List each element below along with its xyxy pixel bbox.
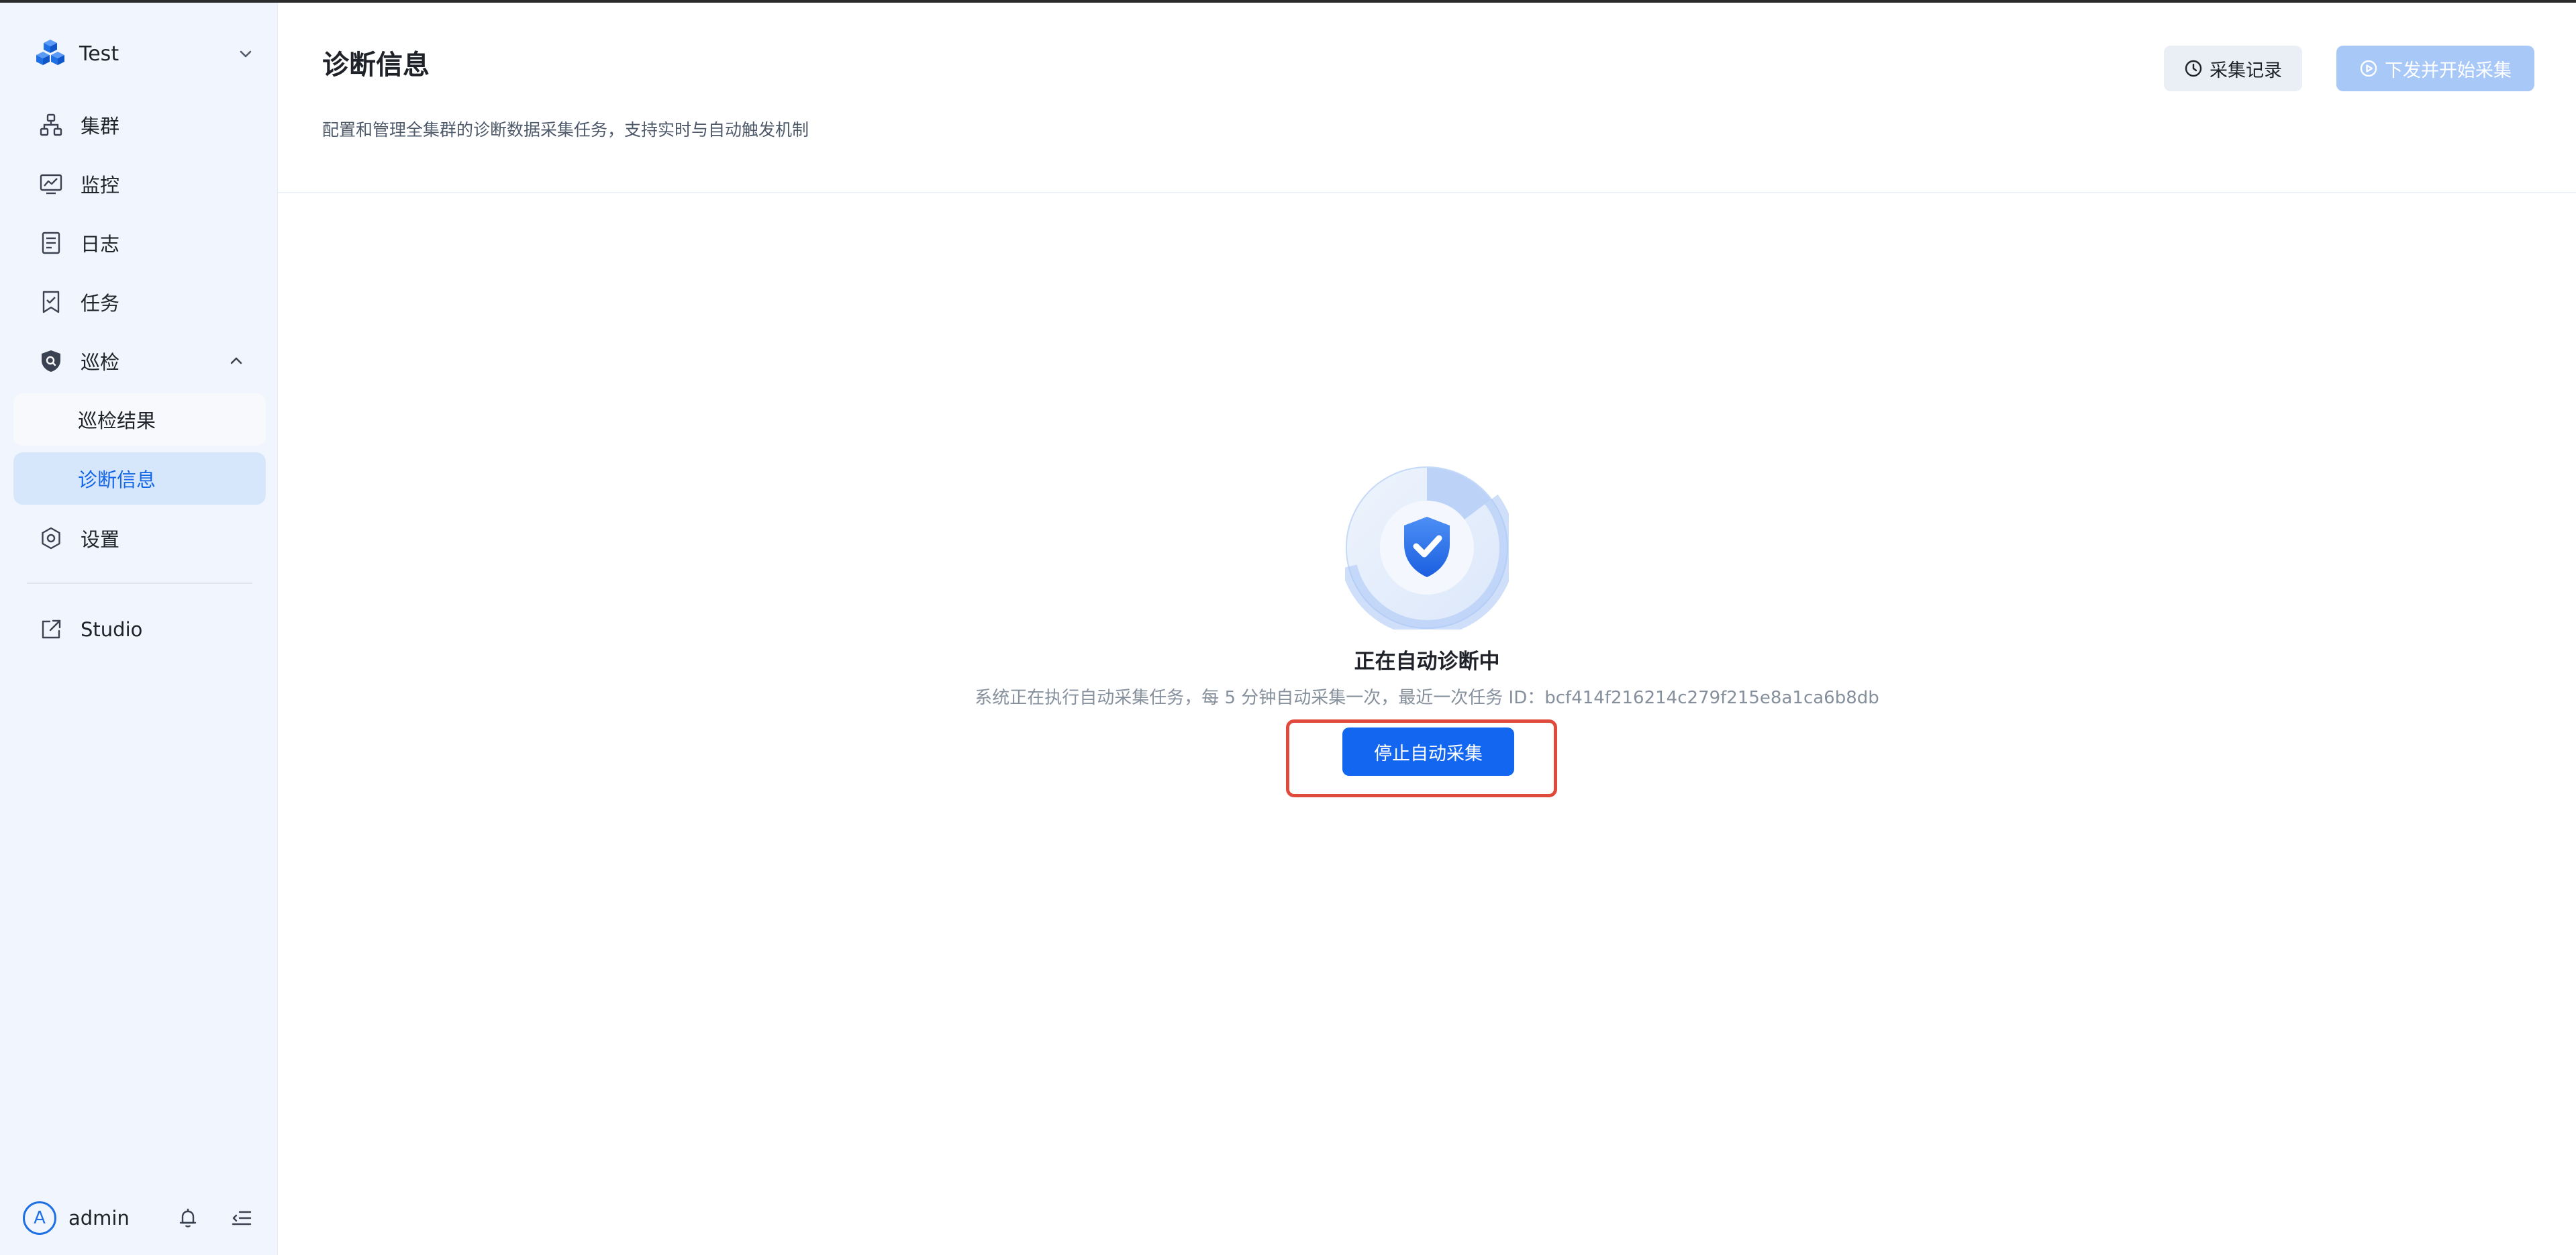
sidebar-item-cluster[interactable]: 集群 xyxy=(13,98,266,152)
main-content: 诊断信息 配置和管理全集群的诊断数据采集任务，支持实时与自动触发机制 采集记录 … xyxy=(278,3,2576,1255)
sidebar-item-label: 诊断信息 xyxy=(78,468,156,491)
status-title: 正在自动诊断中 xyxy=(1354,650,1500,674)
bell-icon[interactable] xyxy=(175,1205,201,1232)
sidebar-item-label: 任务 xyxy=(81,292,120,315)
auto-diagnosis-status: 正在自动诊断中 系统正在执行自动采集任务，每 5 分钟自动采集一次，最近一次任务… xyxy=(278,466,2576,709)
collection-history-label: 采集记录 xyxy=(2210,60,2282,81)
page-header: 诊断信息 配置和管理全集群的诊断数据采集任务，支持实时与自动触发机制 采集记录 … xyxy=(278,3,2576,193)
sidebar-item-monitor[interactable]: 监控 xyxy=(13,157,266,211)
page-description: 配置和管理全集群的诊断数据采集任务，支持实时与自动触发机制 xyxy=(322,120,809,140)
sidebar-item-label: 集群 xyxy=(81,115,120,138)
stop-auto-collection-button[interactable]: 停止自动采集 xyxy=(1342,727,1514,776)
cubes-logo-icon xyxy=(36,40,64,65)
chevron-up-icon xyxy=(230,357,242,364)
sidebar-item-settings[interactable]: 设置 xyxy=(13,511,266,565)
avatar[interactable]: A xyxy=(23,1201,56,1235)
sidebar-divider xyxy=(27,583,252,584)
collection-history-button[interactable]: 采集记录 xyxy=(2164,46,2302,91)
cluster-switcher[interactable]: Test xyxy=(34,34,255,74)
sidebar-item-label: 巡检结果 xyxy=(78,409,156,432)
gear-icon xyxy=(38,525,64,552)
sidebar-item-label: 日志 xyxy=(81,233,120,256)
clock-icon xyxy=(2185,60,2202,77)
cluster-icon xyxy=(38,111,64,138)
shield-check-progress-icon xyxy=(1345,466,1509,630)
sidebar-item-inspection[interactable]: 巡检 xyxy=(13,334,266,388)
sidebar-subitem-inspection-results[interactable]: 巡检结果 xyxy=(13,393,266,446)
sidebar-item-label: 设置 xyxy=(81,528,120,551)
task-bookmark-icon xyxy=(38,289,64,315)
avatar-letter: A xyxy=(34,1208,46,1228)
collapse-menu-icon[interactable] xyxy=(228,1205,255,1232)
start-collection-label: 下发并开始采集 xyxy=(2385,60,2512,81)
shield-search-icon xyxy=(38,348,64,374)
sidebar-item-label: 监控 xyxy=(81,174,120,197)
sidebar-item-tasks[interactable]: 任务 xyxy=(13,275,266,329)
start-collection-button[interactable]: 下发并开始采集 xyxy=(2336,46,2534,91)
sidebar: Test 集群 监控 日志 任务 巡检 巡检结果 诊断信息 设置 Studio … xyxy=(0,3,278,1255)
cluster-name: Test xyxy=(79,42,119,66)
user-bar: A admin xyxy=(23,1200,255,1236)
app-root: Test 集群 监控 日志 任务 巡检 巡检结果 诊断信息 设置 Studio … xyxy=(0,3,2576,1255)
chevron-down-icon xyxy=(240,50,252,58)
sidebar-nav: 集群 监控 日志 任务 巡检 巡检结果 诊断信息 设置 Studio xyxy=(13,98,266,662)
username: admin xyxy=(68,1207,130,1229)
sidebar-item-studio[interactable]: Studio xyxy=(13,603,266,656)
document-icon xyxy=(38,230,64,256)
status-description: 系统正在执行自动采集任务，每 5 分钟自动采集一次，最近一次任务 ID：bcf4… xyxy=(975,688,1879,708)
external-link-icon xyxy=(38,616,64,643)
sidebar-item-label: 巡检 xyxy=(81,351,120,374)
sidebar-item-label: Studio xyxy=(81,618,143,641)
play-circle-icon xyxy=(2360,60,2377,77)
sidebar-item-logs[interactable]: 日志 xyxy=(13,216,266,270)
page-title: 诊断信息 xyxy=(322,50,430,81)
monitor-chart-icon xyxy=(38,170,64,197)
sidebar-subitem-diagnostics[interactable]: 诊断信息 xyxy=(13,452,266,505)
